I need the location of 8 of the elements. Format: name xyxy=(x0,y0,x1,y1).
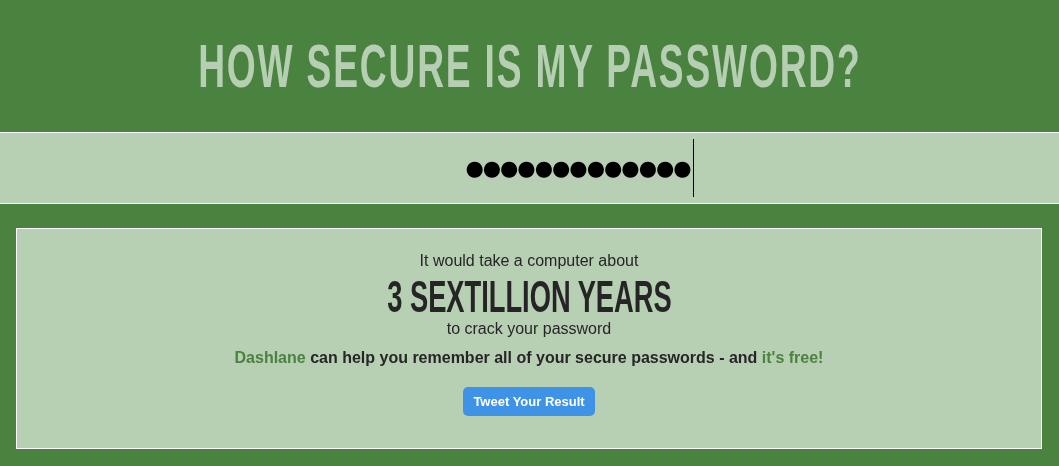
result-lead-text: It would take a computer about xyxy=(419,251,639,271)
result-tail-text: to crack your password xyxy=(446,319,612,339)
promo-sentence: Dashlane can help you remember all of your secure passwords - and it's free! xyxy=(234,349,824,367)
page-title: HOW SECURE IS MY PASSWORD? xyxy=(197,35,862,97)
crack-time-text: 3 SEXTILLION YEARS xyxy=(386,275,672,319)
promo-link[interactable]: it's free! xyxy=(761,349,824,366)
promo-link[interactable]: Dashlane xyxy=(234,349,306,366)
tweet-button[interactable]: Tweet Your Result xyxy=(463,387,595,416)
